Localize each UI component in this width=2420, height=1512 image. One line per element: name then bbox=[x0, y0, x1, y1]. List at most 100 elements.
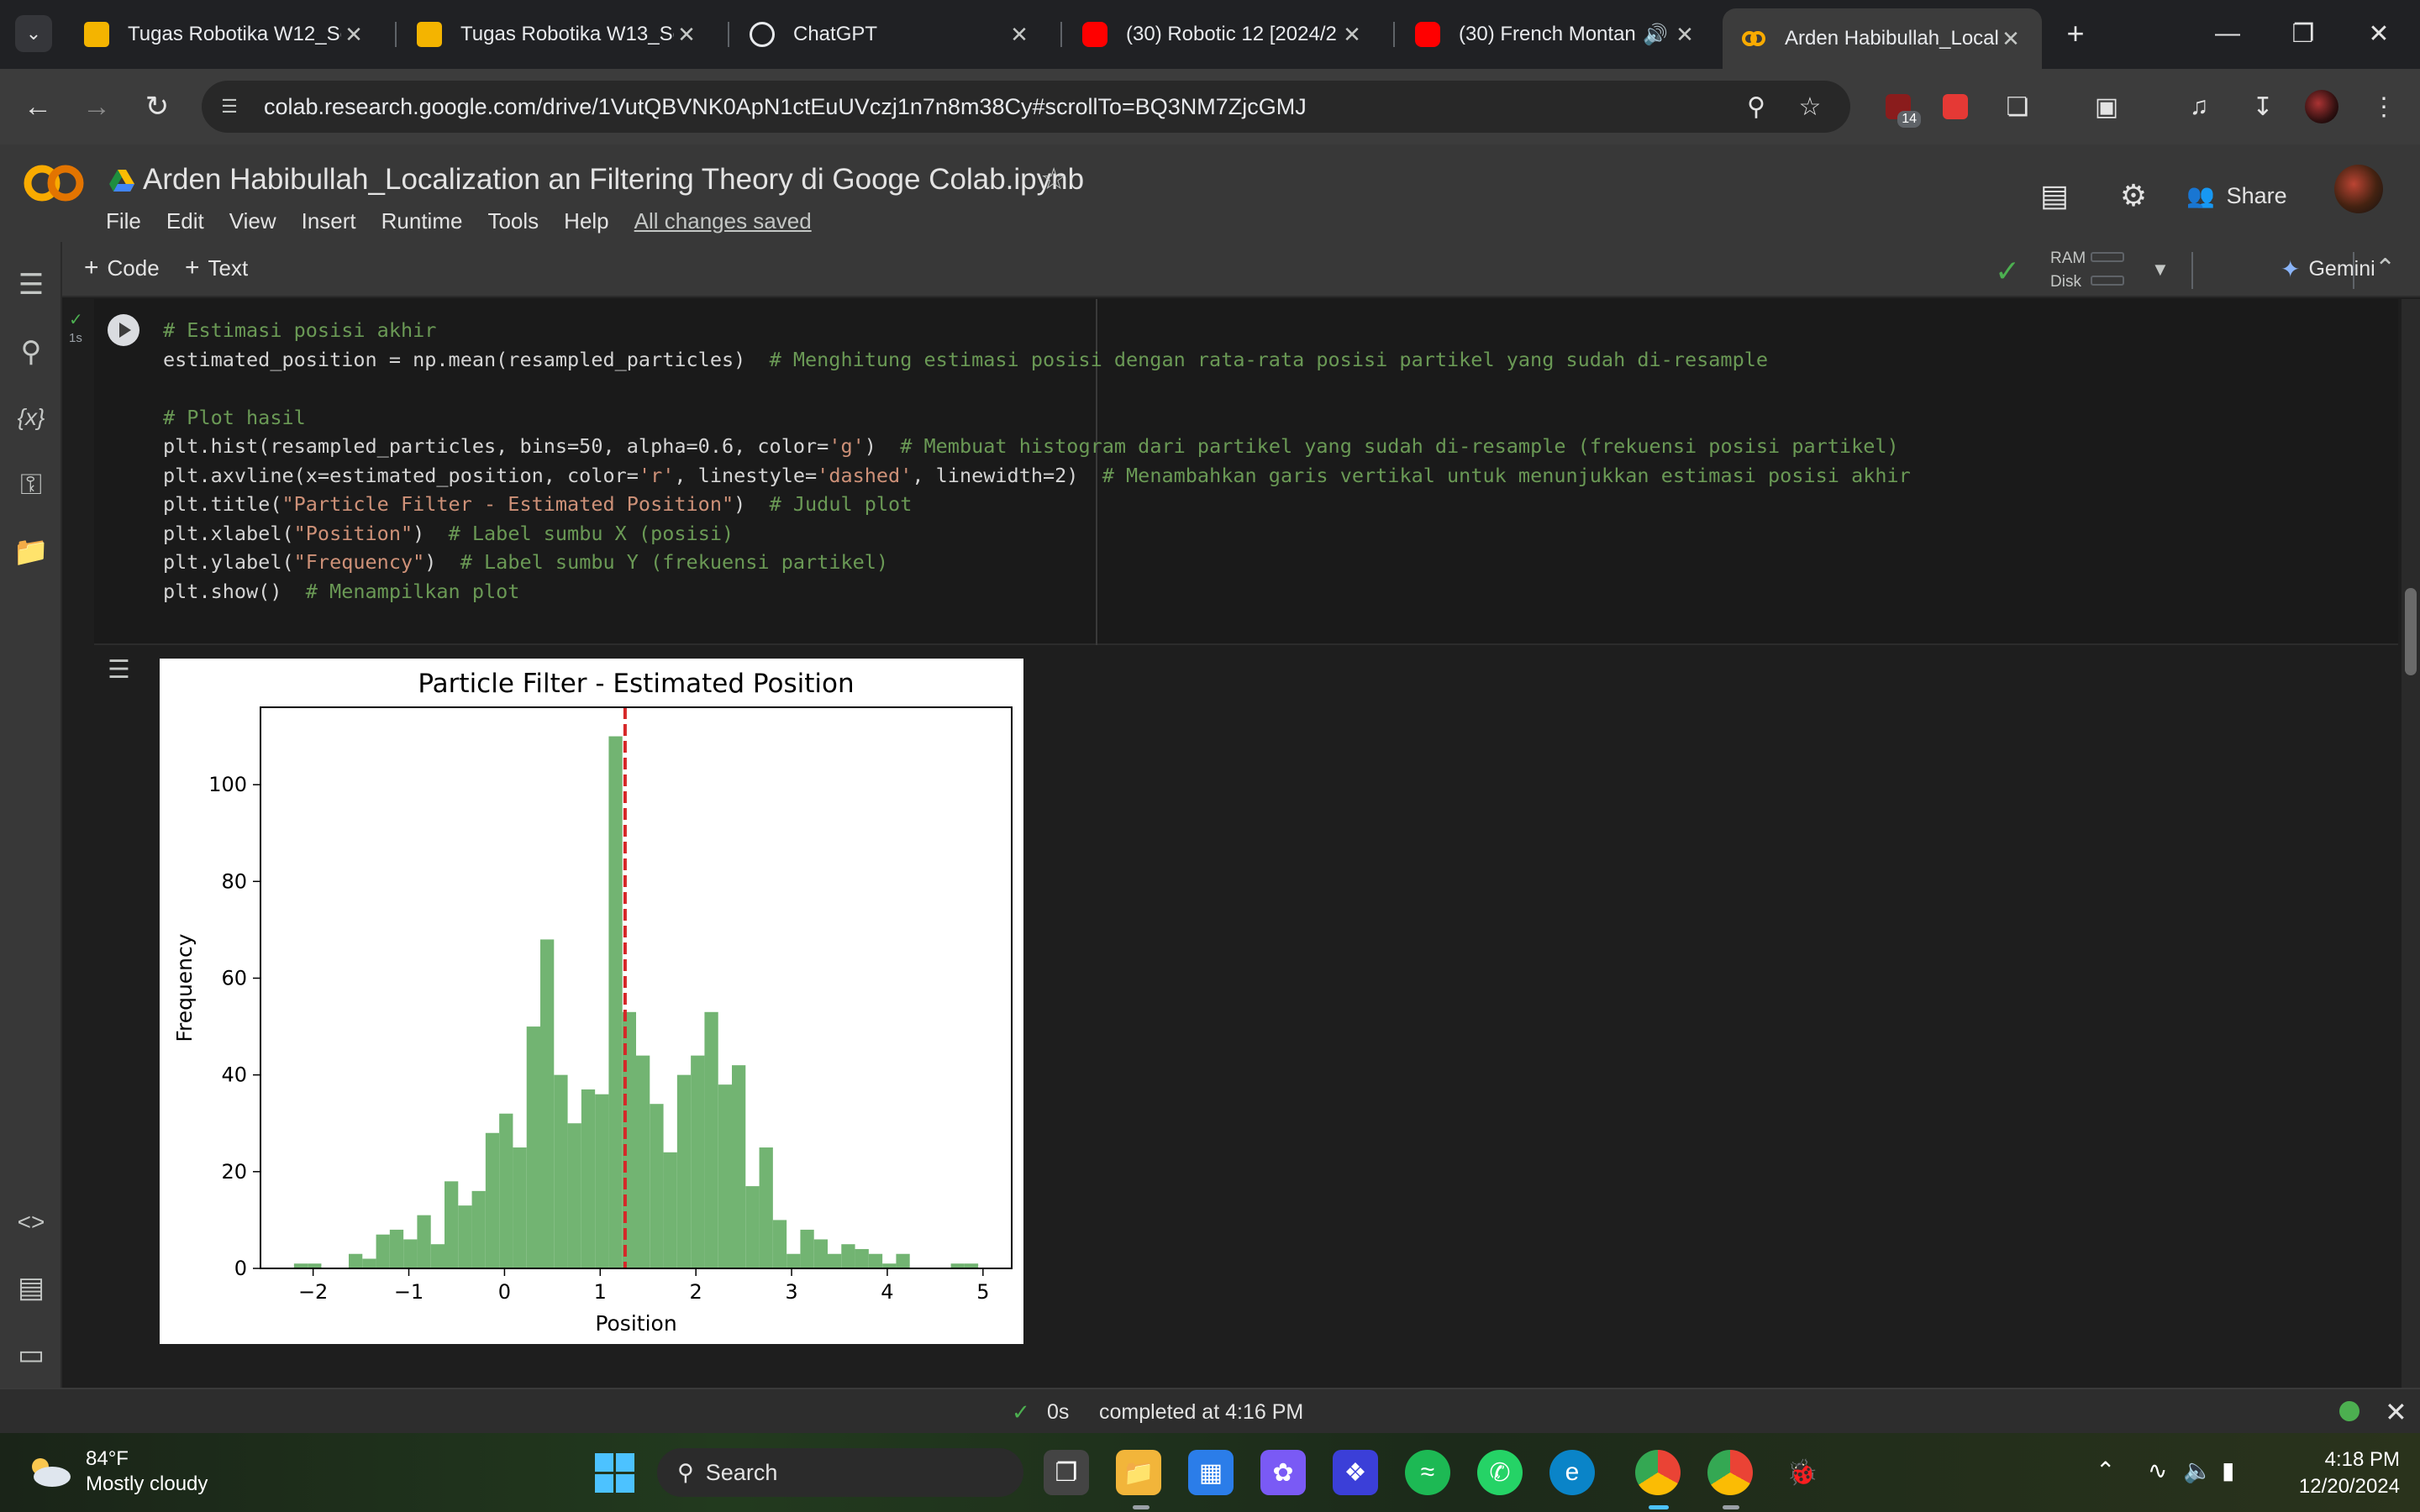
menu-runtime[interactable]: Runtime bbox=[381, 208, 463, 234]
zoom-icon[interactable]: ⚲ bbox=[1741, 92, 1771, 123]
browser-tab-3[interactable]: ChatGPT ✕ bbox=[731, 8, 1050, 60]
volume-icon[interactable]: 🔈 bbox=[2183, 1457, 2212, 1484]
tab-search-dropdown-icon[interactable]: ⌄ bbox=[15, 15, 52, 52]
gemini-button[interactable]: ✦ Gemini bbox=[2281, 255, 2375, 283]
code-line[interactable]: estimated_position = np.mean(resampled_p… bbox=[163, 345, 1911, 375]
menu-help[interactable]: Help bbox=[564, 208, 608, 234]
windows-start-icon[interactable] bbox=[592, 1450, 637, 1495]
settings-gear-icon[interactable]: ⚙ bbox=[2114, 176, 2153, 215]
close-tab-icon[interactable]: ✕ bbox=[1998, 26, 2023, 52]
run-cell-play-icon[interactable] bbox=[108, 314, 139, 346]
code-line[interactable]: # Plot hasil bbox=[163, 403, 1911, 433]
status-message[interactable]: completed at 4:16 PM bbox=[1099, 1400, 1303, 1425]
comments-icon[interactable]: ▤ bbox=[2035, 176, 2074, 215]
code-line[interactable]: plt.title("Particle Filter - Estimated P… bbox=[163, 490, 1911, 519]
weather-widget[interactable]: 84°F Mostly cloudy bbox=[25, 1446, 208, 1497]
browser-menu-icon[interactable]: ⋮ bbox=[2365, 87, 2403, 126]
code-line[interactable] bbox=[163, 374, 1911, 403]
app-ladybug-icon[interactable]: 🐞 bbox=[1780, 1450, 1825, 1495]
code-snippets-icon[interactable]: <> bbox=[13, 1205, 49, 1240]
back-icon[interactable]: ← bbox=[17, 86, 59, 128]
tray-overflow-icon[interactable]: ⌃ bbox=[2096, 1457, 2115, 1484]
browser-tab-2[interactable]: Tugas Robotika W13_Se ✕ bbox=[398, 8, 718, 60]
address-bar[interactable]: ☰ colab.research.google.com/drive/1VutQB… bbox=[202, 81, 1850, 133]
code-line[interactable]: plt.axvline(x=estimated_position, color=… bbox=[163, 461, 1911, 491]
code-line[interactable]: plt.hist(resampled_particles, bins=50, a… bbox=[163, 432, 1911, 461]
menu-view[interactable]: View bbox=[229, 208, 276, 234]
site-info-icon[interactable]: ☰ bbox=[217, 94, 242, 119]
command-palette-icon[interactable]: ▤ bbox=[13, 1270, 49, 1305]
code-line[interactable]: # Estimasi posisi akhir bbox=[163, 316, 1911, 345]
browser-tab-5[interactable]: (30) French Montan 🔊 ✕ bbox=[1397, 8, 1716, 60]
collapse-header-icon[interactable]: ⌃ bbox=[2375, 254, 2396, 283]
menu-edit[interactable]: Edit bbox=[166, 208, 204, 234]
close-status-icon[interactable]: ✕ bbox=[2385, 1396, 2407, 1428]
extensions-puzzle-icon[interactable]: ❏ bbox=[1998, 87, 2037, 126]
menu-tools[interactable]: Tools bbox=[487, 208, 539, 234]
close-window-icon[interactable]: ✕ bbox=[2341, 12, 2417, 55]
new-tab-icon[interactable]: + bbox=[2057, 15, 2094, 52]
search-icon[interactable]: ⚲ bbox=[13, 334, 49, 370]
add-code-button[interactable]: + Code bbox=[84, 254, 160, 282]
close-tab-icon[interactable]: ✕ bbox=[1339, 22, 1365, 48]
browser-tab-6-active[interactable]: Arden Habibullah_Local ✕ bbox=[1723, 8, 2042, 69]
output-actions-icon[interactable]: ☰ bbox=[108, 655, 141, 689]
spotify-icon[interactable]: ≈ bbox=[1405, 1450, 1450, 1495]
ram-disk-indicator[interactable]: RAM Disk bbox=[2050, 247, 2086, 294]
menu-file[interactable]: File bbox=[106, 208, 141, 234]
star-notebook-icon[interactable]: ☆ bbox=[1040, 161, 1067, 197]
colab-logo-icon[interactable] bbox=[22, 163, 86, 203]
account-avatar[interactable] bbox=[2334, 165, 2383, 213]
notebook-scrollbar[interactable] bbox=[2402, 299, 2420, 1388]
taskbar-search[interactable]: ⚲ Search bbox=[657, 1448, 1023, 1497]
save-status[interactable]: All changes saved bbox=[634, 208, 812, 234]
runtime-dropdown-icon[interactable]: ▼ bbox=[2151, 259, 2170, 281]
code-editor[interactable]: # Estimasi posisi akhir estimated_positio… bbox=[163, 316, 1911, 606]
media-controls-icon[interactable]: ♫ bbox=[2180, 87, 2218, 126]
whatsapp-icon[interactable]: ✆ bbox=[1477, 1450, 1523, 1495]
download-icon[interactable]: ↧ bbox=[2244, 87, 2282, 126]
bookmark-star-icon[interactable]: ☆ bbox=[1795, 92, 1825, 123]
code-line[interactable]: plt.ylabel("Frequency") # Label sumbu Y … bbox=[163, 548, 1911, 577]
chrome-profile-icon[interactable] bbox=[1707, 1450, 1753, 1495]
code-cell[interactable]: # Estimasi posisi akhir estimated_positio… bbox=[94, 299, 2398, 645]
chrome-icon[interactable] bbox=[1635, 1450, 1681, 1495]
code-line[interactable]: plt.show() # Menampilkan plot bbox=[163, 577, 1911, 606]
reload-icon[interactable]: ↻ bbox=[136, 86, 178, 128]
speaker-icon[interactable]: 🔊 bbox=[1639, 23, 1672, 47]
file-explorer-icon[interactable]: 📁 bbox=[1116, 1450, 1161, 1495]
notebook-title[interactable]: Arden Habibullah_Localization an Filteri… bbox=[143, 163, 1084, 197]
system-clock[interactable]: 4:18 PM 12/20/2024 bbox=[2282, 1446, 2400, 1500]
microsoft-store-icon[interactable]: ▦ bbox=[1188, 1450, 1234, 1495]
close-tab-icon[interactable]: ✕ bbox=[1007, 22, 1032, 48]
table-of-contents-icon[interactable]: ☰ bbox=[13, 267, 49, 302]
close-tab-icon[interactable]: ✕ bbox=[1672, 22, 1697, 48]
terminal-icon[interactable]: ▭ bbox=[13, 1337, 49, 1373]
code-line[interactable]: plt.xlabel("Position") # Label sumbu X (… bbox=[163, 519, 1911, 549]
screenshot-icon[interactable]: ▣ bbox=[2087, 87, 2126, 126]
profile-avatar[interactable] bbox=[2302, 87, 2341, 126]
wifi-icon[interactable]: ∿ bbox=[2148, 1457, 2167, 1484]
browser-tab-1[interactable]: Tugas Robotika W12_Se ✕ bbox=[66, 8, 385, 60]
variables-icon[interactable]: {x} bbox=[13, 400, 49, 435]
app-icon[interactable]: ❖ bbox=[1333, 1450, 1378, 1495]
edge-icon[interactable]: e bbox=[1549, 1450, 1595, 1495]
forward-icon[interactable]: → bbox=[76, 86, 118, 128]
copilot-icon[interactable]: ✿ bbox=[1260, 1450, 1306, 1495]
extension-icon[interactable]: 14 bbox=[1879, 87, 1921, 128]
restore-icon[interactable]: ❐ bbox=[2265, 12, 2341, 55]
close-tab-icon[interactable]: ✕ bbox=[341, 22, 366, 48]
minimize-icon[interactable]: — bbox=[2190, 12, 2265, 55]
share-button[interactable]: 👥 Share bbox=[2186, 176, 2287, 215]
secrets-key-icon[interactable]: ⚿ bbox=[13, 467, 49, 502]
menu-insert[interactable]: Insert bbox=[302, 208, 356, 234]
close-tab-icon[interactable]: ✕ bbox=[674, 22, 699, 48]
task-view-icon[interactable]: ❐ bbox=[1044, 1450, 1089, 1495]
add-text-button[interactable]: + Text bbox=[185, 254, 248, 282]
files-folder-icon[interactable]: 📁 bbox=[13, 534, 49, 570]
browser-tab-4[interactable]: (30) Robotic 12 [2024/2 ✕ bbox=[1064, 8, 1383, 60]
url-text[interactable]: colab.research.google.com/drive/1VutQBVN… bbox=[264, 94, 1307, 120]
extension-icon[interactable] bbox=[1936, 87, 1975, 126]
battery-icon[interactable]: ▮ bbox=[2222, 1457, 2234, 1484]
scrollbar-thumb[interactable] bbox=[2405, 588, 2417, 675]
